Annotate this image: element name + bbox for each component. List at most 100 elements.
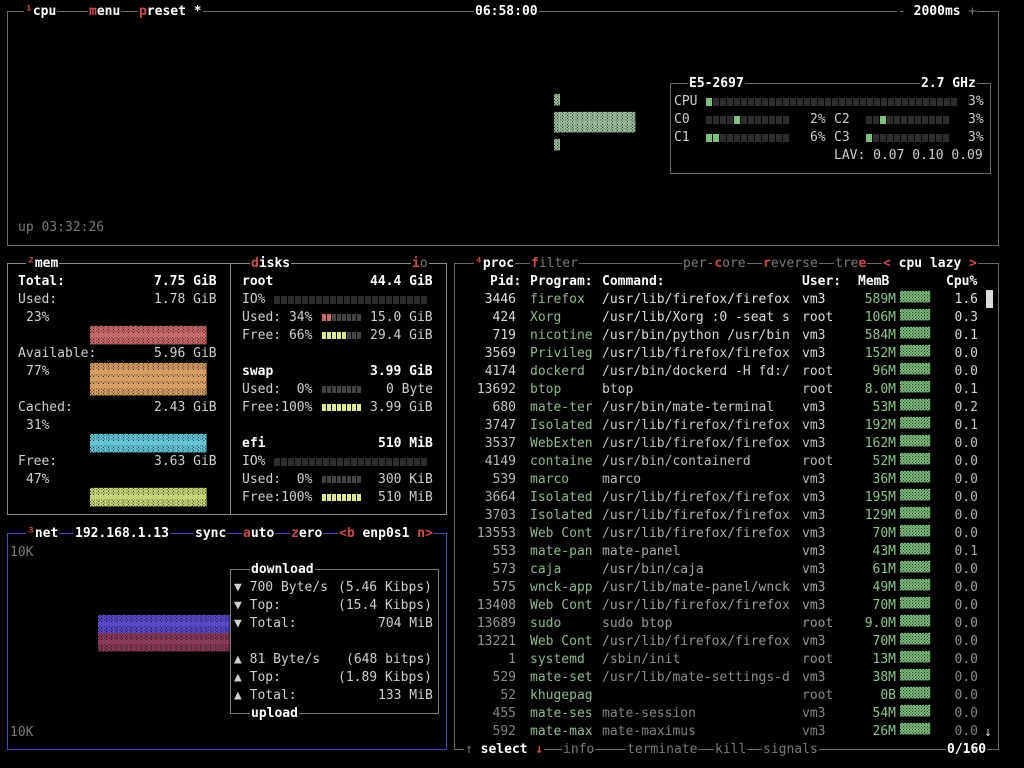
reverse-toggle[interactable]: reverse <box>762 256 819 271</box>
table-row[interactable]: 553 mate-pan mate-panel vm3 43M 0.1 ▓▓▓▓▓ <box>456 544 996 562</box>
meter-cell <box>342 332 346 339</box>
net-interface-selector[interactable]: <b enp0s1 n> <box>338 526 434 541</box>
cell-cpu: 0.0 <box>954 472 978 487</box>
table-row[interactable]: 13689 sudo sudo btop root 9.0M 0.0 ▓▓▓▓▓ <box>456 616 996 634</box>
col-memb[interactable]: MemB <box>858 274 889 289</box>
disk-efi-name: efi <box>242 436 266 451</box>
meter-cell <box>323 295 329 304</box>
cell-cpu: 0.0 <box>954 508 978 523</box>
select-control[interactable]: ↑ select ↓ <box>464 742 545 757</box>
table-row[interactable]: 680 mate-ter/usr/bin/mate-terminal vm3 53M 0… <box>456 400 996 418</box>
scroll-down-arrow-icon[interactable]: ↓ <box>984 725 992 740</box>
col-command[interactable]: Command: <box>602 274 665 289</box>
per-core-toggle[interactable]: per-core <box>682 256 747 271</box>
col-pid[interactable]: Pid: <box>490 274 521 289</box>
table-row[interactable]: 573 caja/usr/bin/caja vm3 61M 0.0 ▓▓▓▓▓ <box>456 562 996 580</box>
col-user[interactable]: User: <box>802 274 841 289</box>
table-row[interactable]: 13692 btop btop root 8.0M 0.1 ▓▓▓▓▓ <box>456 382 996 400</box>
table-row[interactable]: 3569 Privileg/usr/lib/firefox/firefox vm3 1… <box>456 346 996 364</box>
tree-toggle[interactable]: tree <box>834 256 868 271</box>
table-row[interactable]: 575 wnck-app/usr/lib/mate-panel/wnck vm3 49… <box>456 580 996 598</box>
meter-cell <box>322 476 326 483</box>
cpu-graph: ▓ ▓▓▓▓▓▓▓▓▓▓▓▓▓▓▓▓ ▓▓▓▓▓▓▓▓▓▓▓▓▓▓▓▓ ▓ <box>554 95 635 151</box>
upload-total-value: 133 MiB <box>378 688 433 703</box>
update-rate[interactable]: - 2000ms + <box>897 4 978 19</box>
net-zero-toggle[interactable]: zero <box>290 526 324 541</box>
proc-scrollbar-thumb[interactable] <box>986 290 993 308</box>
table-row[interactable]: 529 mate-set/usr/lib/mate-settings-d vm3 38… <box>456 670 996 688</box>
meter-cell <box>727 133 733 142</box>
cell-cpu-graph: ▓▓▓▓▓ <box>900 706 931 717</box>
meter-cell <box>880 133 886 142</box>
table-row[interactable]: 424 Xorg/usr/lib/Xorg :0 -seat s root 106M 0… <box>456 310 996 328</box>
info-button[interactable]: info <box>562 742 596 757</box>
net-auto-toggle[interactable]: auto <box>242 526 276 541</box>
table-row[interactable]: 13553 Web Cont/usr/lib/firefox/firefox vm3… <box>456 526 996 544</box>
signals-button[interactable]: signals <box>762 742 819 757</box>
cell-cpu: 0.1 <box>954 418 978 433</box>
meter-cell <box>762 133 768 142</box>
proc-tab[interactable]: ⁴proc <box>474 256 516 271</box>
cell-program: sudo <box>530 616 562 631</box>
cpu-tab[interactable]: ¹cpu <box>24 4 58 19</box>
meter-cell <box>332 332 336 339</box>
col-cpu[interactable]: Cpu% <box>946 274 977 289</box>
cell-command: mate-maximus <box>602 724 696 739</box>
table-row[interactable]: 539 marco marco vm3 36M 0.0 ▓▓▓▓▓ <box>456 472 996 490</box>
cell-user: vm3 <box>802 706 826 721</box>
table-row[interactable]: 3664 Isolated/usr/lib/firefox/firefox vm3 1… <box>456 490 996 508</box>
meter-cell <box>330 457 336 466</box>
cell-cpu-graph: ▓▓▓▓▓ <box>900 400 931 411</box>
meter-cell <box>909 97 915 106</box>
terminate-button[interactable]: terminate <box>626 742 699 757</box>
clock: 06:58:00 <box>474 4 539 19</box>
table-row[interactable]: 3703 Isolated/usr/lib/firefox/firefox vm3 1… <box>456 508 996 526</box>
cell-pid: 573 <box>492 562 516 577</box>
cell-command: /usr/lib/firefox/firefox <box>602 634 790 649</box>
table-row[interactable]: 592 mate-max mate-maximus vm3 26M 0.0 ▓▓▓▓▓ <box>456 724 996 742</box>
table-row[interactable]: 4149 containe/usr/bin/containerd root 52M 0.… <box>456 454 996 472</box>
meter-cell <box>741 97 747 106</box>
table-row[interactable]: 3537 WebExten/usr/lib/firefox/firefox vm3 1… <box>456 436 996 454</box>
col-program[interactable]: Program: <box>530 274 593 289</box>
meter-cell <box>347 314 351 321</box>
download-total-value: 704 MiB <box>378 616 433 631</box>
cell-program: mate-max <box>530 724 593 739</box>
meter-cell <box>344 457 350 466</box>
table-row[interactable]: 13408 Web Cont/usr/lib/firefox/firefox vm3… <box>456 598 996 616</box>
disks-tab[interactable]: disks <box>250 256 292 271</box>
table-row[interactable]: 52 khugepag root 0B 0.0 ▓▓▓▓▓ <box>456 688 996 706</box>
meter-cell <box>357 314 361 321</box>
sort-selector[interactable]: < cpu lazy > <box>882 256 978 271</box>
table-row[interactable]: 455 mate-ses mate-session vm3 54M 0.0 ▓▓▓▓▓ <box>456 706 996 724</box>
meter-cell <box>727 115 733 124</box>
net-sync-toggle[interactable]: sync <box>194 526 228 541</box>
cell-pid: 3569 <box>484 346 516 361</box>
meter-cell <box>887 115 893 124</box>
net-tab[interactable]: ³net <box>26 526 60 541</box>
mem-tab[interactable]: ²mem <box>26 256 60 271</box>
cell-mem: 162M <box>864 436 896 451</box>
preset-button[interactable]: preset * <box>138 4 203 19</box>
table-row[interactable]: 719 nicotine/usr/bin/python /usr/bin vm3 58… <box>456 328 996 346</box>
io-toggle[interactable]: io <box>411 256 429 271</box>
meter-cell <box>295 457 301 466</box>
meter-cell <box>347 476 351 483</box>
cell-mem: 54M <box>872 706 896 721</box>
cell-cpu: 0.0 <box>954 346 978 361</box>
menu-button[interactable]: menu <box>88 4 122 19</box>
meter-cell <box>379 295 385 304</box>
table-row[interactable]: 13221 Web Cont/usr/lib/firefox/firefox vm3… <box>456 634 996 652</box>
table-row[interactable]: 4174 dockerd/usr/bin/dockerd -H fd:/ root 9… <box>456 364 996 382</box>
table-row[interactable]: 1 systemd/sbin/init root 13M 0.0 ▓▓▓▓▓ <box>456 652 996 670</box>
cell-mem: 53M <box>872 400 896 415</box>
kill-button[interactable]: kill <box>714 742 748 757</box>
table-row[interactable]: 3446 firefox/usr/lib/firefox/firefox vm3 58… <box>456 292 996 310</box>
meter-cell <box>929 115 935 124</box>
meter-cell <box>713 133 719 142</box>
proc-filter[interactable]: filter <box>530 256 579 271</box>
disk-swap-name: swap <box>242 364 274 379</box>
upload-top-label: ▲ Top: <box>234 670 281 685</box>
table-row[interactable]: 3747 Isolated/usr/lib/firefox/firefox vm3 1… <box>456 418 996 436</box>
cell-mem: 38M <box>872 670 896 685</box>
